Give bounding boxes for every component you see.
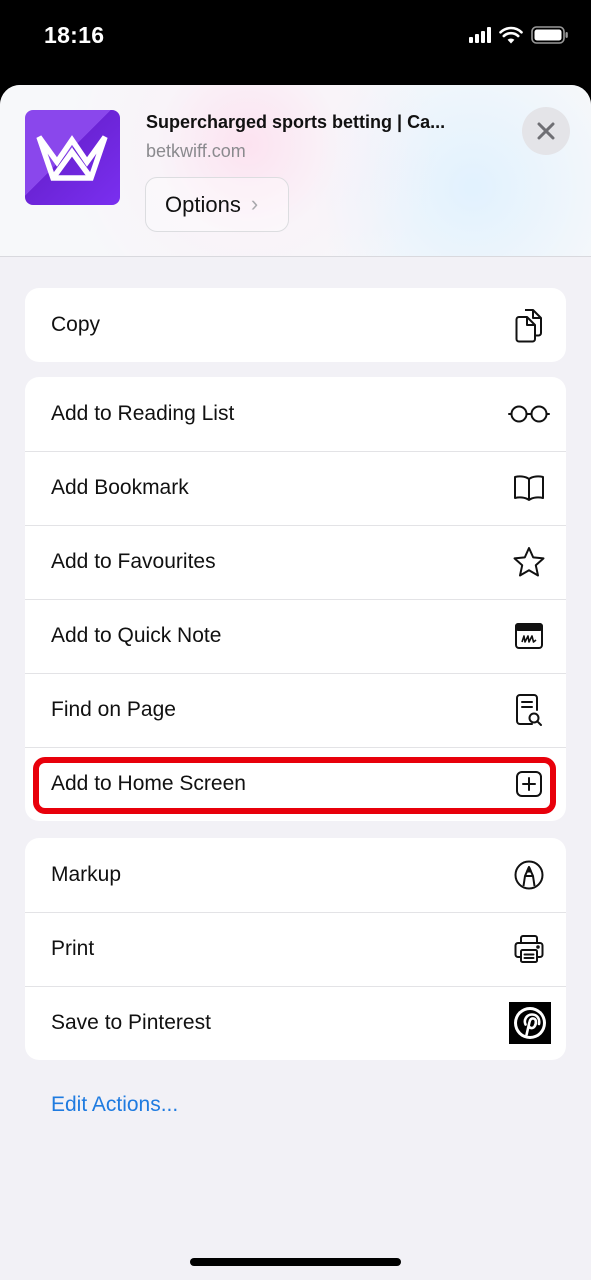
action-add-to-quick-note[interactable]: Add to Quick Note — [25, 599, 566, 673]
share-sheet: Supercharged sports betting | Ca... betk… — [0, 85, 591, 1280]
action-add-bookmark[interactable]: Add Bookmark — [25, 451, 566, 525]
plus-square-icon — [510, 765, 548, 803]
status-bar: 18:16 — [0, 0, 591, 85]
chevron-right-icon: › — [250, 190, 259, 216]
action-label: Add to Reading List — [51, 402, 235, 425]
action-label: Print — [51, 937, 95, 960]
copy-icon — [510, 306, 548, 344]
action-label: Save to Pinterest — [51, 1011, 211, 1034]
action-print[interactable]: Print — [25, 912, 566, 986]
action-group-copy: Copy — [25, 288, 566, 362]
action-add-to-reading-list[interactable]: Add to Reading List — [25, 377, 566, 451]
quick-note-icon — [510, 617, 548, 655]
page-title: Supercharged sports betting | Ca... — [146, 112, 446, 132]
options-button[interactable]: Options › — [145, 177, 289, 232]
action-group-extensions: Markup Print Save to Pinterest — [25, 838, 566, 1060]
action-add-to-home-screen[interactable]: Add to Home Screen — [25, 747, 566, 821]
action-add-to-favourites[interactable]: Add to Favourites — [25, 525, 566, 599]
status-icons — [469, 26, 569, 44]
action-label: Add to Quick Note — [51, 624, 222, 647]
close-button[interactable] — [522, 107, 570, 155]
book-icon — [510, 469, 548, 507]
action-find-on-page[interactable]: Find on Page — [25, 673, 566, 747]
action-label: Find on Page — [51, 698, 176, 721]
wifi-icon — [499, 26, 523, 44]
cellular-signal-icon — [469, 27, 491, 43]
close-icon — [537, 122, 555, 140]
action-copy[interactable]: Copy — [25, 288, 566, 362]
crown-logo-icon — [25, 110, 120, 205]
home-indicator[interactable] — [190, 1258, 401, 1266]
action-label: Add Bookmark — [51, 476, 189, 499]
action-label: Add to Favourites — [51, 550, 216, 573]
options-label: Options — [165, 191, 241, 217]
edit-actions-link[interactable]: Edit Actions... — [51, 1093, 178, 1117]
action-label: Add to Home Screen — [51, 772, 246, 795]
action-group-page: Add to Reading List Add Bookmark Add to … — [25, 377, 566, 821]
printer-icon — [510, 930, 548, 968]
pinterest-icon — [509, 1002, 551, 1044]
action-markup[interactable]: Markup — [25, 838, 566, 912]
action-label: Copy — [51, 313, 101, 336]
find-on-page-icon — [510, 691, 548, 729]
page-domain: betkwiff.com — [146, 141, 246, 161]
markup-pen-icon — [510, 856, 548, 894]
star-icon — [510, 543, 548, 581]
action-save-to-pinterest[interactable]: Save to Pinterest — [25, 986, 566, 1060]
glasses-icon — [506, 395, 552, 433]
action-label: Markup — [51, 863, 122, 886]
status-time: 18:16 — [44, 22, 105, 48]
share-sheet-header: Supercharged sports betting | Ca... betk… — [0, 85, 591, 257]
battery-icon — [531, 26, 568, 44]
